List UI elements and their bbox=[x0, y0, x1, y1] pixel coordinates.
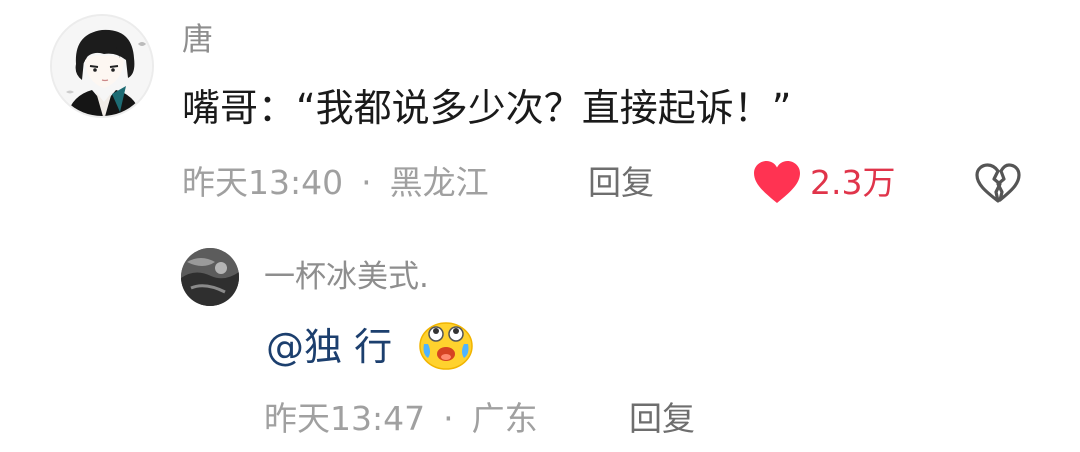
reply-username[interactable]: 一杯冰美式. bbox=[264, 262, 429, 293]
comment-meta: 昨天13:40 · 黑龙江 bbox=[182, 166, 489, 199]
comment-text: 嘴哥：“我都说多少次？直接起诉！” bbox=[182, 86, 792, 130]
reply-avatar-photo bbox=[181, 248, 239, 306]
meta-separator: · bbox=[361, 163, 372, 202]
broken-heart-icon[interactable] bbox=[973, 162, 1023, 204]
avatar-illustration bbox=[52, 16, 152, 116]
comment-time: 昨天13:40 bbox=[182, 163, 344, 202]
crying-laughing-emoji bbox=[418, 320, 474, 370]
reply-location: 广东 bbox=[471, 399, 538, 438]
avatar[interactable] bbox=[50, 14, 154, 118]
comment-location: 黑龙江 bbox=[389, 163, 489, 202]
comment-thread: 唐 嘴哥：“我都说多少次？直接起诉！” 昨天13:40 · 黑龙江 回复 2.3万 … bbox=[0, 0, 1080, 452]
reply-time: 昨天13:47 bbox=[264, 399, 426, 438]
reply-avatar[interactable] bbox=[181, 248, 239, 306]
reply-button[interactable]: 回复 bbox=[588, 166, 654, 199]
meta-separator: · bbox=[443, 399, 454, 438]
heart-icon[interactable] bbox=[752, 159, 802, 205]
reply-mention[interactable]: @独 行 bbox=[266, 325, 392, 369]
reply-to-reply-button[interactable]: 回复 bbox=[629, 402, 695, 435]
reply-meta: 昨天13:47 · 广东 bbox=[264, 402, 538, 435]
reply-text: @独 行 bbox=[266, 328, 392, 366]
like-count: 2.3万 bbox=[810, 163, 896, 202]
comment-username[interactable]: 唐 bbox=[182, 25, 213, 56]
